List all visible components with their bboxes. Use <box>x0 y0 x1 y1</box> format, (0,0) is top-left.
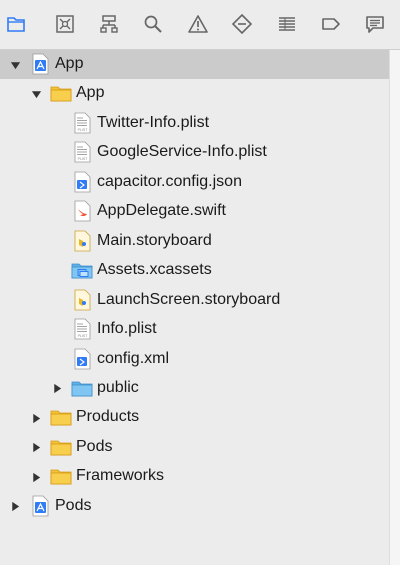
tree-row[interactable]: Pods <box>0 492 390 521</box>
project-navigator: App App PLIST Twitter-Info.plist PLIST Google… <box>0 50 390 565</box>
json-file-icon <box>71 171 93 193</box>
tree-row-label: config.xml <box>97 349 170 367</box>
swift-file-icon <box>71 200 93 222</box>
tree-row-label: App <box>76 84 105 102</box>
storyboard-file-icon <box>71 289 93 311</box>
disclosure-collapsed-icon[interactable] <box>30 412 42 424</box>
tree-row[interactable]: PLIST Info.plist <box>0 315 390 344</box>
issue-navigator-icon[interactable] <box>187 13 209 35</box>
tree-row-label: Twitter-Info.plist <box>97 113 210 131</box>
disclosure-collapsed-icon[interactable] <box>30 471 42 483</box>
tree-row[interactable]: config.xml <box>0 345 390 374</box>
xcode-project-icon <box>29 53 51 75</box>
scrollbar-track[interactable] <box>389 50 400 565</box>
svg-text:PLIST: PLIST <box>78 334 89 338</box>
tree-row[interactable]: App <box>0 79 390 108</box>
xcode-project-icon <box>29 495 51 517</box>
disclosure-collapsed-icon[interactable] <box>51 383 63 395</box>
disclosure-expanded-icon[interactable] <box>9 59 21 71</box>
tree-row-label: Assets.xcassets <box>97 261 212 279</box>
find-navigator-icon[interactable] <box>142 13 164 35</box>
tree-row-label: Pods <box>76 437 113 455</box>
disclosure-collapsed-icon[interactable] <box>9 501 21 513</box>
source-control-icon[interactable] <box>54 13 76 35</box>
debug-navigator-icon[interactable] <box>276 13 298 35</box>
report-navigator-icon[interactable] <box>364 13 386 35</box>
tree-row[interactable]: public <box>0 374 390 403</box>
plist-file-icon: PLIST <box>71 112 93 134</box>
blue-folder-icon <box>71 377 93 399</box>
tree-row[interactable]: Main.storyboard <box>0 227 390 256</box>
tree-row[interactable]: Assets.xcassets <box>0 256 390 285</box>
asset-catalog-icon <box>71 259 93 281</box>
tree-row[interactable]: Products <box>0 403 390 432</box>
tree-row[interactable]: PLIST Twitter-Info.plist <box>0 109 390 138</box>
tree-row-label: Products <box>76 408 140 426</box>
test-navigator-icon[interactable] <box>231 13 253 35</box>
tree-row[interactable]: LaunchScreen.storyboard <box>0 286 390 315</box>
folder-icon <box>50 82 72 104</box>
plist-file-icon: PLIST <box>71 141 93 163</box>
project-navigator-icon[interactable] <box>5 13 27 35</box>
breakpoint-navigator-icon[interactable] <box>320 13 342 35</box>
storyboard-file-icon <box>71 230 93 252</box>
folder-icon <box>50 465 72 487</box>
tree-row[interactable]: capacitor.config.json <box>0 168 390 197</box>
svg-text:PLIST: PLIST <box>78 157 89 161</box>
tree-row[interactable]: AppDelegate.swift <box>0 197 390 226</box>
tree-row[interactable]: PLIST GoogleService-Info.plist <box>0 138 390 167</box>
tree-row-label: GoogleService-Info.plist <box>97 143 267 161</box>
tree-row[interactable]: App <box>0 50 390 79</box>
disclosure-expanded-icon[interactable] <box>30 88 42 100</box>
tree-row-label: AppDelegate.swift <box>97 202 226 220</box>
tree-row-label: capacitor.config.json <box>97 172 242 190</box>
folder-icon <box>50 406 72 428</box>
folder-icon <box>50 436 72 458</box>
disclosure-collapsed-icon[interactable] <box>30 442 42 454</box>
tree-row-label: LaunchScreen.storyboard <box>97 290 281 308</box>
tree-row-label: App <box>55 55 84 72</box>
tree-row-label: Main.storyboard <box>97 231 212 249</box>
symbol-navigator-icon[interactable] <box>98 13 120 35</box>
xml-file-icon <box>71 348 93 370</box>
tree-row[interactable]: Pods <box>0 433 390 462</box>
navigator-toolbar <box>0 0 400 50</box>
tree-row-label: Info.plist <box>97 320 157 338</box>
plist-file-icon: PLIST <box>71 318 93 340</box>
tree-row-label: public <box>97 378 139 396</box>
svg-text:PLIST: PLIST <box>78 128 89 132</box>
tree-row-label: Frameworks <box>76 467 165 485</box>
tree-row[interactable]: Frameworks <box>0 462 390 491</box>
tree-row-label: Pods <box>55 496 92 514</box>
